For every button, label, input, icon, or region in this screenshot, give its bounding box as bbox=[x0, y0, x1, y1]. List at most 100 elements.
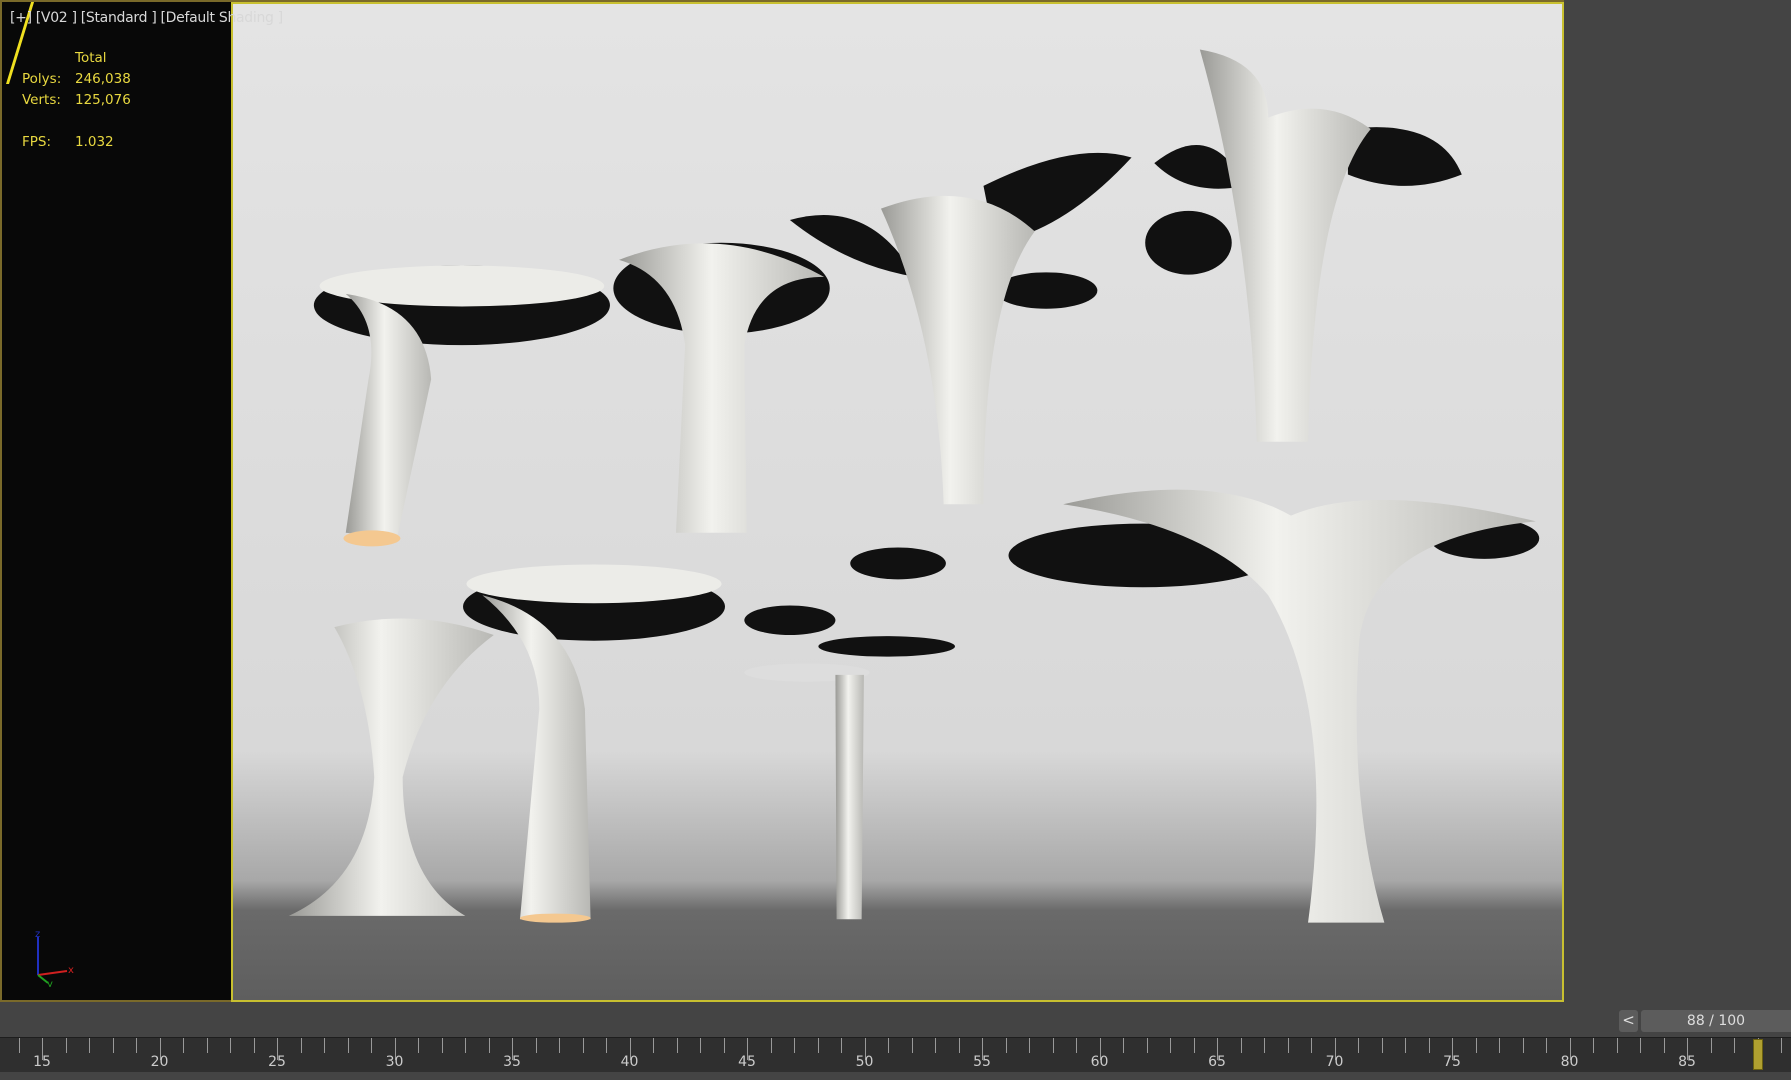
ruler-tick bbox=[817, 1038, 819, 1053]
current-frame-marker[interactable] bbox=[1752, 1039, 1763, 1070]
ruler-label: 60 bbox=[1090, 1054, 1109, 1070]
ruler-tick bbox=[1381, 1038, 1383, 1053]
ruler-tick bbox=[1076, 1038, 1077, 1053]
ruler-tick bbox=[418, 1038, 419, 1053]
ruler-tick bbox=[1005, 1038, 1007, 1053]
ruler-tick bbox=[700, 1038, 701, 1053]
mushroom-column-1 bbox=[313, 265, 610, 547]
ruler-tick bbox=[770, 1038, 772, 1053]
ruler-label: 50 bbox=[855, 1054, 874, 1070]
ruler-tick bbox=[371, 1038, 372, 1053]
ruler-tick bbox=[1640, 1038, 1641, 1053]
axis-z-label: z bbox=[35, 929, 40, 940]
stats-header: Total bbox=[75, 50, 107, 66]
fps-value: 1.032 bbox=[75, 134, 114, 150]
ruler-tick bbox=[794, 1038, 795, 1053]
ruler-tick bbox=[606, 1038, 607, 1053]
ruler-tick bbox=[1029, 1038, 1030, 1053]
ruler-label: 85 bbox=[1678, 1054, 1696, 1070]
ruler-tick bbox=[18, 1038, 20, 1053]
ruler-tick bbox=[1287, 1038, 1289, 1053]
ruler-tick bbox=[1358, 1038, 1359, 1053]
axis-gizmo: z x y bbox=[35, 929, 74, 987]
mushroom-column-6 bbox=[463, 564, 725, 923]
ruler-tick bbox=[1146, 1038, 1148, 1053]
ruler-tick bbox=[841, 1038, 842, 1053]
ruler-tick bbox=[89, 1038, 90, 1053]
ruler-tick bbox=[535, 1038, 537, 1053]
render-area[interactable] bbox=[231, 2, 1564, 1002]
previous-frame-button[interactable]: < bbox=[1619, 1010, 1638, 1032]
ruler-tick bbox=[1123, 1038, 1124, 1053]
ruler-tick bbox=[136, 1038, 137, 1053]
ruler-tick bbox=[888, 1038, 889, 1053]
ruler-tick bbox=[1240, 1038, 1242, 1053]
viewport[interactable]: [+] [V02 ] [Standard ] [Default Shading ] T… bbox=[0, 0, 1564, 1002]
ruler-label: 25 bbox=[268, 1054, 286, 1070]
ruler-tick bbox=[1499, 1038, 1500, 1053]
ruler-tick bbox=[1663, 1038, 1665, 1053]
ruler-tick bbox=[653, 1038, 654, 1053]
stats-overlay: Total Polys: 246,038 Verts: 125,076 FPS: 1.… bbox=[22, 48, 131, 153]
ruler-tick bbox=[488, 1038, 490, 1053]
viewport-name-menu[interactable]: [V02 ] bbox=[36, 10, 77, 26]
ruler-tick bbox=[183, 1038, 184, 1053]
viewport-standard-menu[interactable]: [Standard ] bbox=[81, 10, 157, 26]
ruler-tick bbox=[1052, 1038, 1054, 1053]
ruler-label: 80 bbox=[1560, 1054, 1579, 1070]
leaf-column-8 bbox=[1008, 489, 1540, 923]
ruler-tick bbox=[1311, 1038, 1312, 1053]
ruler-tick bbox=[1193, 1038, 1195, 1053]
ruler-tick bbox=[1405, 1038, 1406, 1053]
verts-label: Verts: bbox=[22, 92, 61, 108]
ruler-tick bbox=[1264, 1038, 1265, 1053]
ruler-label: 55 bbox=[973, 1054, 991, 1070]
scene-canvas bbox=[288, 49, 1540, 923]
ruler-tick bbox=[935, 1038, 936, 1053]
ruler-tick bbox=[347, 1038, 349, 1053]
ruler-tick bbox=[65, 1038, 67, 1053]
leaf-column-3 bbox=[789, 152, 1132, 505]
ruler-tick bbox=[1593, 1038, 1594, 1053]
polys-label: Polys: bbox=[22, 71, 62, 87]
track-bar-ruler[interactable]: 15 20 25 30 35 40 45 50 55 60 65 70 75 80 85 bbox=[0, 1037, 1791, 1072]
ruler-tick bbox=[300, 1038, 302, 1053]
ruler-tick bbox=[1428, 1038, 1430, 1053]
mushroom-column-2 bbox=[613, 242, 830, 533]
ruler-tick bbox=[911, 1038, 913, 1053]
axis-y-label: y bbox=[47, 979, 53, 987]
time-slider-frame[interactable]: 88 / 100 bbox=[1641, 1010, 1791, 1032]
ruler-tick bbox=[1710, 1038, 1712, 1053]
ruler-label: 35 bbox=[503, 1054, 521, 1070]
ruler-tick bbox=[1734, 1038, 1735, 1053]
ruler-tick bbox=[465, 1038, 466, 1053]
ruler-tick bbox=[1170, 1038, 1171, 1053]
vase-column-5 bbox=[288, 618, 494, 916]
ruler-label: 40 bbox=[620, 1054, 639, 1070]
ruler-label: 20 bbox=[150, 1054, 169, 1070]
platform-column-7 bbox=[744, 547, 956, 920]
ruler-tick bbox=[1781, 1038, 1782, 1053]
viewport-plus-menu[interactable]: [+] bbox=[10, 10, 32, 26]
ruler-tick bbox=[324, 1038, 325, 1053]
ruler-tick bbox=[230, 1038, 231, 1053]
ruler-tick bbox=[441, 1038, 443, 1053]
ruler-tick bbox=[253, 1038, 255, 1053]
fps-label: FPS: bbox=[22, 134, 52, 150]
ruler-tick bbox=[112, 1038, 114, 1053]
viewport-shading-menu[interactable]: [Default Shading ] bbox=[161, 10, 284, 26]
ruler-tick bbox=[1616, 1038, 1618, 1053]
ruler-tick bbox=[676, 1038, 678, 1053]
leaf-column-4 bbox=[1145, 49, 1462, 442]
ruler-label: 70 bbox=[1325, 1054, 1344, 1070]
ruler-label: 45 bbox=[738, 1054, 756, 1070]
viewport-label-menu[interactable]: [+] [V02 ] [Standard ] [Default Shading ] bbox=[10, 10, 287, 26]
ruler-tick bbox=[1546, 1038, 1547, 1053]
ruler-label: 75 bbox=[1443, 1054, 1461, 1070]
axis-x-label: x bbox=[68, 965, 74, 976]
ruler-tick bbox=[559, 1038, 560, 1053]
ruler-tick bbox=[1522, 1038, 1524, 1053]
ruler-tick bbox=[1475, 1038, 1477, 1053]
ruler-tick bbox=[582, 1038, 584, 1053]
verts-value: 125,076 bbox=[75, 92, 131, 108]
